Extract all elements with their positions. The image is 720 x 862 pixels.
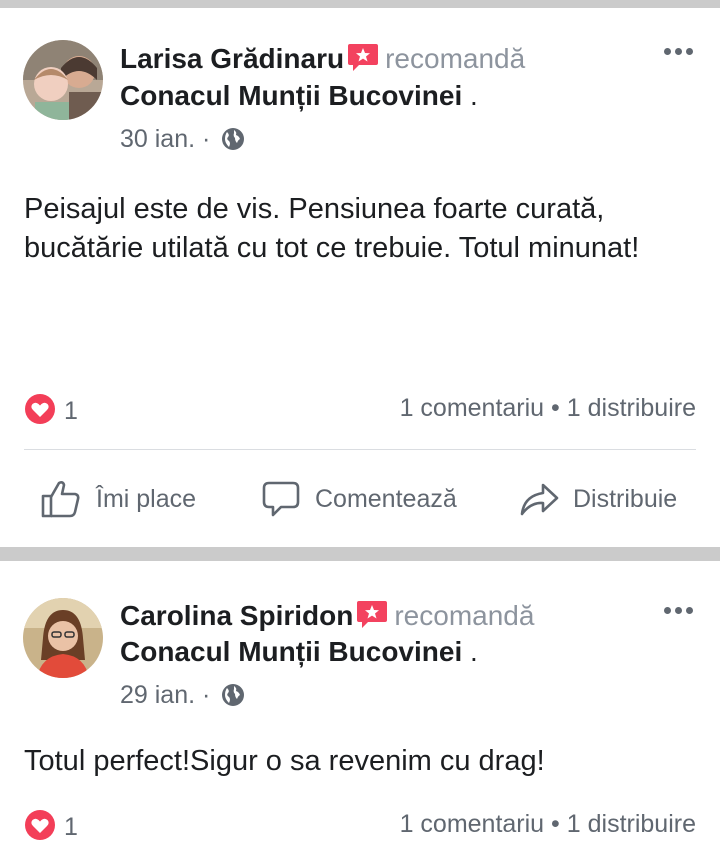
comment-button[interactable]: Comentează: [261, 474, 457, 524]
feed-separator: [0, 547, 720, 561]
reaction-summary[interactable]: 1: [24, 809, 78, 841]
recommended-page-line: Conacul Munții Bucovinei .: [120, 636, 478, 668]
action-bar: Îmi place Comentează Distribuie: [0, 474, 720, 534]
like-button[interactable]: Îmi place: [40, 474, 196, 524]
post-meta: 30 ian. ·: [120, 124, 245, 158]
recommend-verb: recomandă: [394, 600, 535, 631]
author-name[interactable]: Carolina Spiridon: [120, 600, 353, 631]
post-card: Larisa Grădinaru recomandă Conacul Munți…: [0, 8, 720, 547]
recommend-icon: [347, 42, 379, 79]
comment-icon: [262, 481, 300, 517]
engagement-stats: 1 comentariu • 1 distribuire: [400, 393, 696, 423]
recommend-verb: recomandă: [385, 43, 526, 74]
comment-label: Comentează: [315, 484, 457, 513]
reaction-count: 1: [64, 397, 78, 425]
date-separator: ·: [202, 125, 211, 153]
date-separator: ·: [202, 681, 211, 709]
stats-separator: •: [551, 810, 560, 838]
more-icon[interactable]: [664, 605, 694, 615]
recommended-page-line: Conacul Munții Bucovinei .: [120, 80, 478, 112]
stats-separator: •: [551, 394, 560, 422]
author-name[interactable]: Larisa Grădinaru: [120, 43, 344, 74]
post-date[interactable]: 29 ian.: [120, 681, 195, 709]
share-label: Distribuie: [573, 484, 678, 513]
feed-separator-top: [0, 0, 720, 8]
post-date[interactable]: 30 ian.: [120, 125, 195, 153]
reaction-count: 1: [64, 813, 78, 841]
recommend-icon: [356, 599, 388, 636]
page-name[interactable]: Conacul Munții Bucovinei: [120, 80, 462, 111]
comment-count[interactable]: 1 comentariu: [400, 394, 545, 422]
globe-icon: [221, 683, 245, 714]
share-count[interactable]: 1 distribuire: [567, 810, 696, 838]
heart-icon: [24, 809, 56, 848]
post-header: Carolina Spiridon recomandă: [120, 599, 534, 636]
page-name[interactable]: Conacul Munții Bucovinei: [120, 636, 462, 667]
reaction-summary[interactable]: 1: [24, 393, 78, 425]
post-header: Larisa Grădinaru recomandă: [120, 42, 525, 79]
post-meta: 29 ian. ·: [120, 680, 245, 714]
like-label: Îmi place: [96, 484, 197, 513]
more-icon[interactable]: [664, 46, 694, 56]
like-icon: [41, 481, 80, 518]
post-text: Totul perfect!Sigur o sa revenim cu drag…: [24, 745, 545, 777]
divider: [24, 449, 696, 450]
comment-count[interactable]: 1 comentariu: [400, 810, 545, 838]
avatar[interactable]: [23, 598, 103, 678]
share-icon: [520, 483, 559, 516]
share-count[interactable]: 1 distribuire: [567, 394, 696, 422]
engagement-stats: 1 comentariu • 1 distribuire: [400, 809, 696, 839]
post-card: Carolina Spiridon recomandă Conacul Munț…: [0, 561, 720, 862]
page-suffix: .: [462, 80, 478, 111]
globe-icon: [221, 127, 245, 158]
share-button[interactable]: Distribuie: [519, 474, 677, 524]
page-suffix: .: [462, 636, 478, 667]
avatar[interactable]: [23, 40, 103, 120]
post-text: Peisajul este de vis. Pensiunea foarte c…: [24, 193, 640, 264]
heart-icon: [24, 393, 56, 432]
